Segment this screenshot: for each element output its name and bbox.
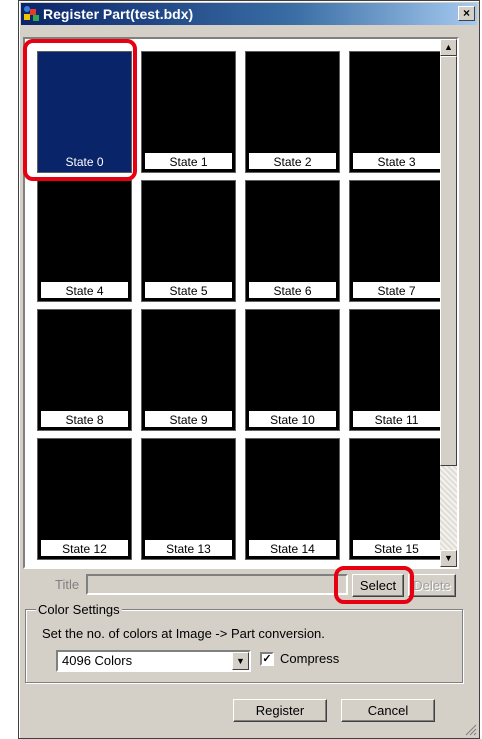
vertical-scrollbar[interactable]: ▲ ▼: [440, 39, 457, 567]
state-tile-label: State 15: [352, 539, 441, 557]
color-count-value: 4096 Colors: [62, 653, 133, 668]
state-tile-6[interactable]: State 6: [245, 180, 340, 302]
register-part-dialog: Register Part(test.bdx) × State 0 State 1…: [18, 0, 480, 739]
title-bar[interactable]: Register Part(test.bdx) ×: [21, 3, 477, 25]
register-button[interactable]: Register: [233, 699, 327, 722]
chevron-down-icon[interactable]: ▼: [232, 652, 249, 670]
state-tile-5[interactable]: State 5: [141, 180, 236, 302]
state-tile-label: State 1: [144, 152, 233, 170]
state-tile-label: State 12: [40, 539, 129, 557]
resize-grip-icon[interactable]: [465, 724, 477, 736]
state-tile-13[interactable]: State 13: [141, 438, 236, 560]
color-settings-group: Color Settings Set the no. of colors at …: [25, 602, 463, 683]
color-settings-legend: Color Settings: [36, 602, 122, 617]
state-tile-0[interactable]: State 0: [37, 51, 132, 173]
checkmark-icon: ✓: [262, 653, 272, 665]
scroll-thumb[interactable]: [440, 56, 457, 466]
state-tile-label: State 2: [248, 152, 337, 170]
cancel-button[interactable]: Cancel: [341, 699, 435, 722]
state-tile-7[interactable]: State 7: [349, 180, 444, 302]
state-tile-label: State 8: [40, 410, 129, 428]
state-tile-label: State 6: [248, 281, 337, 299]
title-field: [86, 574, 348, 595]
arrow-down-icon: ▼: [444, 553, 453, 563]
state-tile-10[interactable]: State 10: [245, 309, 340, 431]
title-label: Title: [55, 577, 80, 592]
state-tile-15[interactable]: State 15: [349, 438, 444, 560]
color-count-select[interactable]: 4096 Colors ▼: [56, 650, 251, 672]
state-tile-4[interactable]: State 4: [37, 180, 132, 302]
color-settings-description: Set the no. of colors at Image -> Part c…: [42, 626, 325, 641]
state-tile-label: State 11: [352, 410, 441, 428]
state-tile-label: State 9: [144, 410, 233, 428]
state-tile-label: State 7: [352, 281, 441, 299]
state-tile-label: State 13: [144, 539, 233, 557]
state-tile-label: State 3: [352, 152, 441, 170]
state-tile-8[interactable]: State 8: [37, 309, 132, 431]
state-tile-3[interactable]: State 3: [349, 51, 444, 173]
state-tile-label: State 4: [40, 281, 129, 299]
window-title: Register Part(test.bdx): [43, 6, 194, 22]
state-tile-2[interactable]: State 2: [245, 51, 340, 173]
arrow-up-icon: ▲: [444, 42, 453, 52]
compress-checkbox[interactable]: ✓: [260, 652, 274, 666]
delete-button[interactable]: Delete: [408, 574, 456, 597]
scroll-up-button[interactable]: ▲: [440, 39, 457, 56]
state-grid: State 0 State 1 State 2 State 3 State 4 State…: [23, 37, 459, 569]
state-tile-label: State 5: [144, 281, 233, 299]
select-button[interactable]: Select: [352, 574, 404, 597]
state-tile-9[interactable]: State 9: [141, 309, 236, 431]
state-tile-12[interactable]: State 12: [37, 438, 132, 560]
close-icon: ×: [462, 6, 470, 20]
state-tile-label: State 10: [248, 410, 337, 428]
scroll-down-button[interactable]: ▼: [440, 550, 457, 567]
state-tile-label: State 14: [248, 539, 337, 557]
compress-label[interactable]: Compress: [280, 651, 339, 666]
state-tile-1[interactable]: State 1: [141, 51, 236, 173]
state-tile-label: State 0: [40, 152, 129, 170]
state-tile-14[interactable]: State 14: [245, 438, 340, 560]
state-tile-11[interactable]: State 11: [349, 309, 444, 431]
close-button[interactable]: ×: [458, 6, 475, 21]
parts-app-icon: [24, 6, 39, 21]
